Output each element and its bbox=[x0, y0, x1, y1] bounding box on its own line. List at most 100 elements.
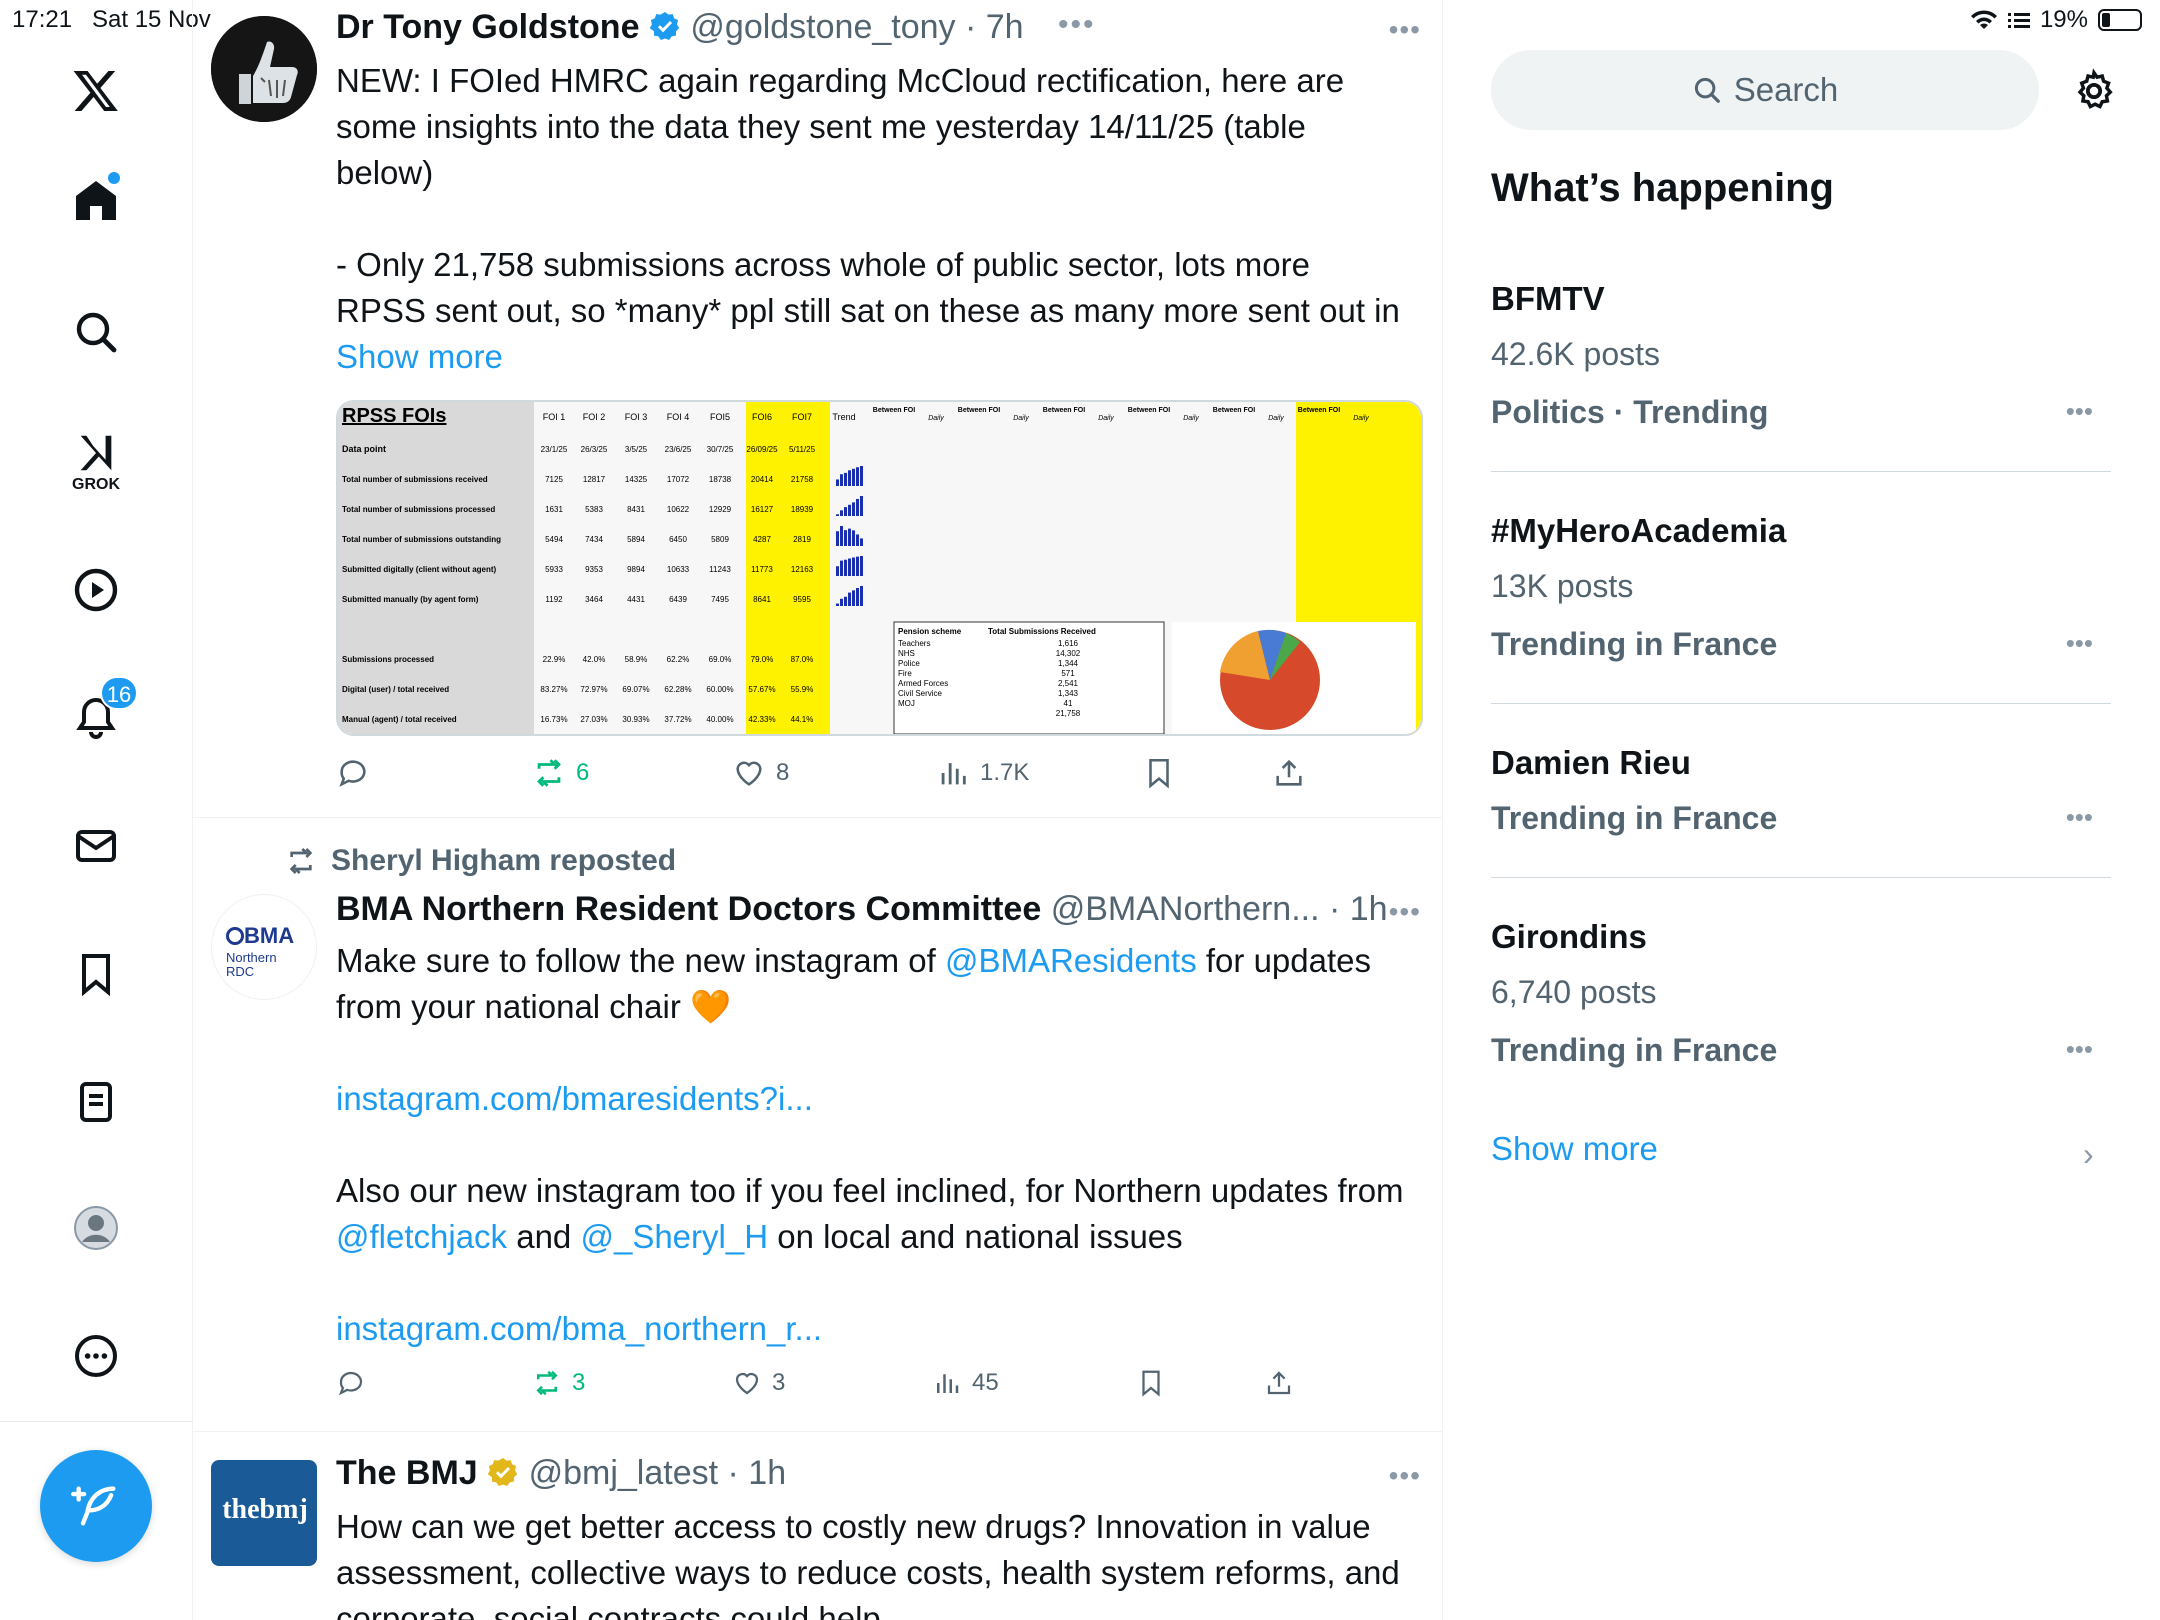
table-cell: 2819 bbox=[793, 535, 811, 544]
more-options-icon[interactable]: ••• bbox=[1389, 14, 1421, 46]
trend-more-icon[interactable]: ••• bbox=[2066, 802, 2093, 833]
like-button[interactable]: 8 bbox=[732, 756, 789, 790]
tweet-paragraph-1: Make sure to follow the new instagram of… bbox=[336, 942, 1371, 1025]
show-more-trends-link[interactable]: Show more bbox=[1491, 1130, 1658, 1168]
bookmark-icon bbox=[1142, 1370, 1160, 1397]
table-cell: 20414 bbox=[751, 475, 774, 484]
repost-button[interactable]: 3 bbox=[532, 1368, 585, 1398]
tweet-bma-northern[interactable]: Sheryl Higham reposted BMA Northern RDC … bbox=[193, 818, 1443, 1432]
tweet-bmj[interactable]: thebmj The BMJ @bmj_latest · 1h ••• How … bbox=[193, 1432, 1443, 1620]
table-cell: 9595 bbox=[793, 595, 811, 604]
bookmark-button[interactable] bbox=[1136, 1368, 1166, 1398]
bookmarks-icon[interactable] bbox=[64, 942, 128, 1006]
right-sidebar: Search What’s happening BFMTV 42.6K post… bbox=[1443, 0, 2160, 1620]
lists-icon[interactable] bbox=[64, 1070, 128, 1134]
avatar-label-rdc: RDC bbox=[226, 964, 255, 979]
instagram-link-1[interactable]: instagram.com/bmaresidents?i... bbox=[336, 1076, 1406, 1122]
bookmark-button[interactable] bbox=[1142, 756, 1176, 790]
trend-item[interactable]: Girondins 6,740 posts Trending in France… bbox=[1491, 878, 2111, 1110]
table-cell: 18939 bbox=[791, 505, 814, 514]
post-time[interactable]: · 1h bbox=[1329, 890, 1388, 928]
notifications-bell-icon[interactable]: 16 bbox=[64, 676, 138, 750]
table-row-label: Data point bbox=[342, 444, 386, 454]
trend-bar bbox=[844, 472, 847, 486]
x-logo-icon[interactable] bbox=[64, 58, 128, 122]
tweet-header: The BMJ @bmj_latest · 1h bbox=[336, 1454, 786, 1493]
table-cell: 58.9% bbox=[625, 655, 648, 664]
post-time[interactable]: · 1h bbox=[728, 1454, 787, 1492]
table-cell: 27.03% bbox=[580, 715, 607, 724]
instagram-link-2[interactable]: instagram.com/bma_northern_r... bbox=[336, 1306, 1406, 1352]
reply-button[interactable] bbox=[336, 1368, 366, 1398]
avatar[interactable]: BMA Northern RDC bbox=[211, 894, 317, 1000]
video-icon[interactable] bbox=[64, 558, 128, 622]
between-header: Between FOI bbox=[873, 407, 915, 414]
author-name[interactable]: The BMJ bbox=[336, 1454, 478, 1492]
repost-count: 6 bbox=[576, 759, 590, 786]
views-button[interactable]: 45 bbox=[932, 1368, 999, 1398]
trend-item[interactable]: BFMTV 42.6K posts Politics · Trending ••… bbox=[1491, 272, 2111, 472]
trend-context: Trending in France bbox=[1491, 626, 1778, 662]
gear-icon[interactable] bbox=[2071, 68, 2117, 114]
share-button[interactable] bbox=[1264, 1368, 1294, 1398]
home-unread-dot bbox=[108, 172, 120, 184]
table-row-label: Submitted manually (by agent form) bbox=[342, 595, 479, 604]
trend-bar bbox=[848, 558, 851, 576]
like-button[interactable]: 3 bbox=[732, 1368, 785, 1398]
home-icon[interactable] bbox=[64, 168, 128, 232]
trend-posts: 13K posts bbox=[1491, 568, 1634, 604]
share-button[interactable] bbox=[1272, 756, 1306, 790]
avatar[interactable]: thebmj bbox=[211, 1460, 317, 1566]
trend-more-icon[interactable]: ••• bbox=[2066, 628, 2093, 659]
table-cell: 9894 bbox=[627, 565, 645, 574]
author-name[interactable]: Dr Tony Goldstone bbox=[336, 8, 639, 46]
table-row-label: Total number of submissions received bbox=[342, 475, 488, 484]
table-cell: 42.33% bbox=[748, 715, 775, 724]
messages-envelope-icon[interactable] bbox=[64, 814, 128, 878]
pension-total: 41 bbox=[1064, 699, 1073, 708]
more-options-icon[interactable]: ••• bbox=[1389, 896, 1421, 928]
show-more-link[interactable]: Show more bbox=[336, 338, 503, 375]
post-time[interactable]: · 7h bbox=[965, 8, 1024, 46]
trend-item[interactable]: #MyHeroAcademia 13K posts Trending in Fr… bbox=[1491, 472, 2111, 704]
more-options-icon[interactable]: ••• bbox=[1389, 1460, 1421, 1492]
reposted-by[interactable]: Sheryl Higham reposted bbox=[285, 844, 676, 878]
table-cell: 79.0% bbox=[751, 655, 774, 664]
attached-table-image[interactable]: RPSS FOIs FOI 1 FOI 2 FOI 3 FOI 4 FOI5 FOI6 FOI… bbox=[336, 400, 1423, 736]
author-name[interactable]: BMA Northern Resident Doctors Committee bbox=[336, 890, 1041, 928]
author-handle[interactable]: @bmj_latest bbox=[529, 1454, 718, 1492]
between-header: Between FOI bbox=[1298, 407, 1340, 414]
table-cell: 5/11/25 bbox=[789, 445, 816, 454]
search-icon[interactable] bbox=[64, 300, 128, 364]
profile-avatar-icon[interactable] bbox=[64, 1196, 128, 1260]
table-cell: 3464 bbox=[585, 595, 603, 604]
table-cell: 12817 bbox=[583, 475, 606, 484]
author-handle[interactable]: @goldstone_tony bbox=[690, 8, 955, 46]
reply-icon bbox=[339, 760, 366, 787]
author-handle[interactable]: @BMANorthern... bbox=[1051, 890, 1320, 928]
trend-name: Damien Rieu bbox=[1491, 744, 1691, 781]
chevron-right-icon[interactable]: › bbox=[2083, 1136, 2094, 1173]
more-circle-icon[interactable] bbox=[64, 1324, 128, 1388]
table-cell: 30/7/25 bbox=[707, 445, 734, 454]
table-cell: 6450 bbox=[669, 535, 687, 544]
mention-link[interactable]: @fletchjack bbox=[336, 1218, 507, 1255]
trend-more-icon[interactable]: ••• bbox=[2066, 396, 2093, 427]
grok-nav-item[interactable]: GROK bbox=[64, 422, 128, 502]
trend-bar bbox=[840, 474, 843, 486]
mention-link[interactable]: @_Sheryl_H bbox=[580, 1218, 768, 1255]
avatar[interactable] bbox=[211, 16, 317, 122]
search-input[interactable]: Search bbox=[1491, 50, 2039, 130]
trend-item[interactable]: Damien Rieu Trending in France ••• bbox=[1491, 704, 2111, 878]
views-button[interactable]: 1.7K bbox=[936, 756, 1029, 790]
trend-bar bbox=[860, 556, 863, 576]
thumbs-up-xray-image bbox=[211, 16, 317, 122]
mention-link[interactable]: @BMAResidents bbox=[945, 942, 1197, 979]
tweet-header: Dr Tony Goldstone @goldstone_tony · 7h bbox=[336, 8, 1024, 47]
sidebar-nav: GROK 16 bbox=[0, 0, 193, 1620]
reply-button[interactable] bbox=[336, 756, 370, 790]
compose-post-button[interactable] bbox=[40, 1450, 152, 1562]
tweet-goldstone[interactable]: Dr Tony Goldstone @goldstone_tony · 7h •… bbox=[193, 0, 1443, 818]
repost-button[interactable]: 6 bbox=[532, 756, 589, 790]
trend-more-icon[interactable]: ••• bbox=[2066, 1034, 2093, 1065]
